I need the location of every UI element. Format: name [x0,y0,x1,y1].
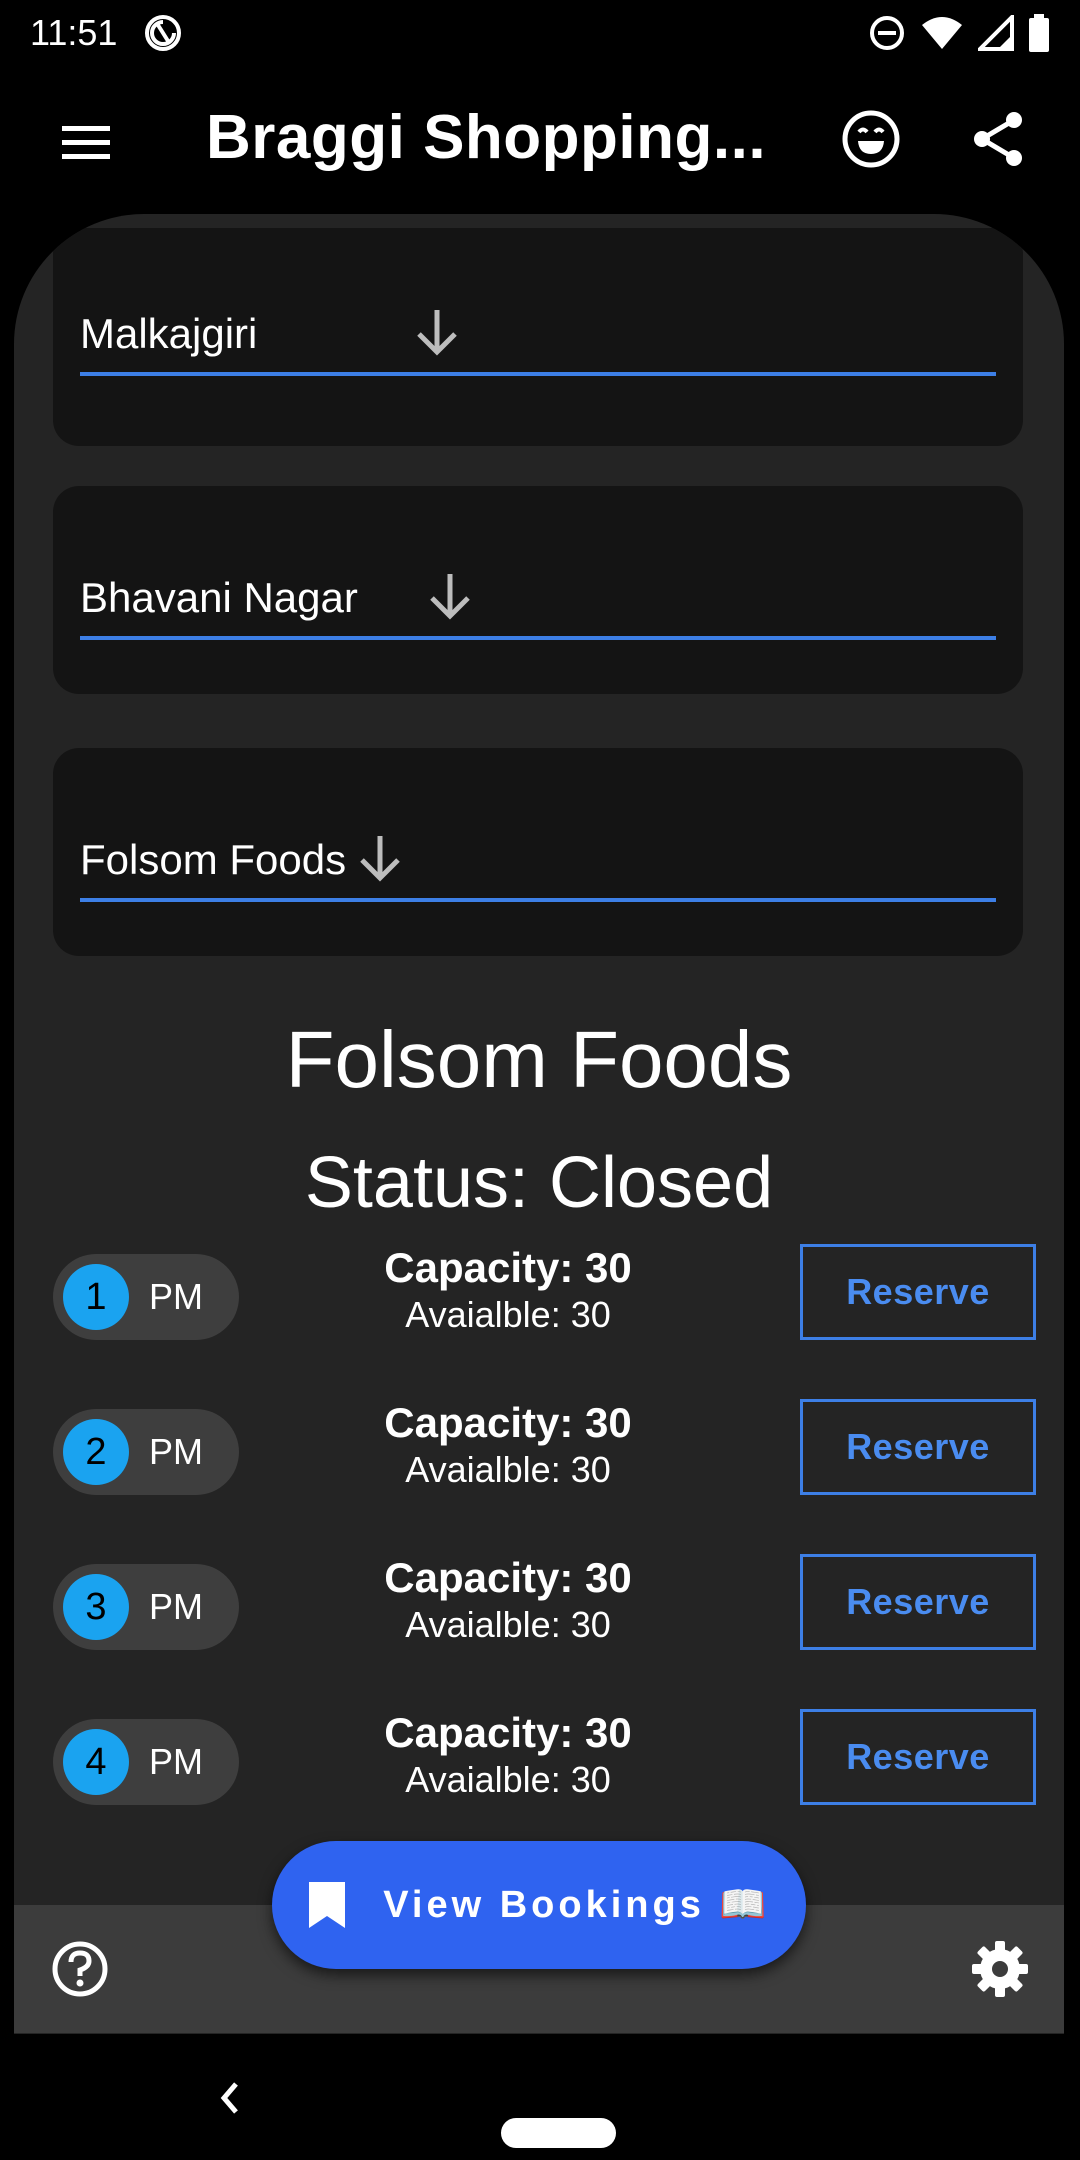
app-title: Braggi Shopping... [206,103,767,172]
locality-dropdown[interactable]: Bhavani Nagar [80,560,996,640]
share-icon[interactable] [966,106,1032,172]
arrow-down-icon [360,836,400,882]
back-icon[interactable] [214,2076,244,2120]
slot-chip: 1 PM [53,1254,239,1340]
reserve-button[interactable]: Reserve [800,1399,1036,1495]
reserve-button[interactable]: Reserve [800,1709,1036,1805]
locality-dropdown-value: Bhavani Nagar [80,574,358,621]
slot-capacity: Capacity: 30 [384,1709,632,1756]
wifi-icon [922,17,962,49]
slot-available: Avaialble: 30 [405,1449,611,1490]
slot-capacity-block: Capacity: 30 Avaialble: 30 [333,1554,683,1646]
emoji-icon[interactable] [838,106,904,172]
settings-icon[interactable] [970,1939,1030,1999]
locality-card: Bhavani Nagar [53,486,1023,694]
slot-number: 3 [63,1574,129,1640]
store-status: Status: Closed [304,1143,774,1223]
area-dropdown-value: Malkajgiri [80,310,258,357]
slot-number: 2 [63,1419,129,1485]
view-bookings-label: View Bookings 📖 [383,1884,771,1926]
do-not-disturb-icon [870,16,904,50]
status-time: 11:51 [30,12,118,53]
time-slot: 3 PM Capacity: 30 Avaialble: 30 Reserve [53,1554,1036,1654]
arrow-down-icon [417,310,458,356]
app-bar: Braggi Shopping... [0,66,1080,214]
slot-period: PM [149,1586,203,1627]
slot-capacity-block: Capacity: 30 Avaialble: 30 [333,1244,683,1336]
help-icon[interactable] [50,1939,110,1999]
signal-icon [978,15,1014,51]
store-dropdown-value: Folsom Foods [80,836,347,883]
slot-period: PM [149,1741,203,1782]
store-name: Folsom Foods [285,1015,793,1104]
slot-available: Avaialble: 30 [405,1759,611,1800]
reserve-button[interactable]: Reserve [800,1244,1036,1340]
slot-capacity-block: Capacity: 30 Avaialble: 30 [333,1399,683,1491]
slot-capacity: Capacity: 30 [384,1399,632,1446]
battery-icon [1029,14,1049,52]
slot-capacity: Capacity: 30 [384,1244,632,1291]
slot-chip: 3 PM [53,1564,239,1650]
reserve-button[interactable]: Reserve [800,1554,1036,1650]
system-nav-bar [0,2034,1080,2160]
slot-available: Avaialble: 30 [405,1294,611,1335]
store-dropdown[interactable]: Folsom Foods [80,822,996,902]
time-slot: 2 PM Capacity: 30 Avaialble: 30 Reserve [53,1399,1036,1499]
slot-chip: 4 PM [53,1719,239,1805]
bookmark-icon [309,1882,346,1928]
slot-number: 1 [63,1264,129,1330]
slot-period: PM [149,1276,203,1317]
view-bookings-button[interactable]: View Bookings 📖 [272,1841,806,1969]
time-slot: 1 PM Capacity: 30 Avaialble: 30 Reserve [53,1244,1036,1344]
status-bar: 11:51 [0,0,1080,66]
area-card: Malkajgiri [53,228,1023,446]
slot-chip: 2 PM [53,1409,239,1495]
menu-icon[interactable] [58,114,114,170]
slot-capacity: Capacity: 30 [384,1554,632,1601]
time-slot: 4 PM Capacity: 30 Avaialble: 30 Reserve [53,1709,1036,1809]
sync-icon [145,15,182,51]
area-dropdown[interactable]: Malkajgiri [80,296,996,376]
slot-capacity-block: Capacity: 30 Avaialble: 30 [333,1709,683,1801]
home-pill[interactable] [501,2118,616,2148]
main-panel: Malkajgiri Bhavani Nagar Folsom Foods Fo… [14,214,1064,2034]
slot-number: 4 [63,1729,129,1795]
arrow-down-icon [430,574,470,620]
slot-period: PM [149,1431,203,1472]
store-card: Folsom Foods [53,748,1023,956]
slot-available: Avaialble: 30 [405,1604,611,1645]
